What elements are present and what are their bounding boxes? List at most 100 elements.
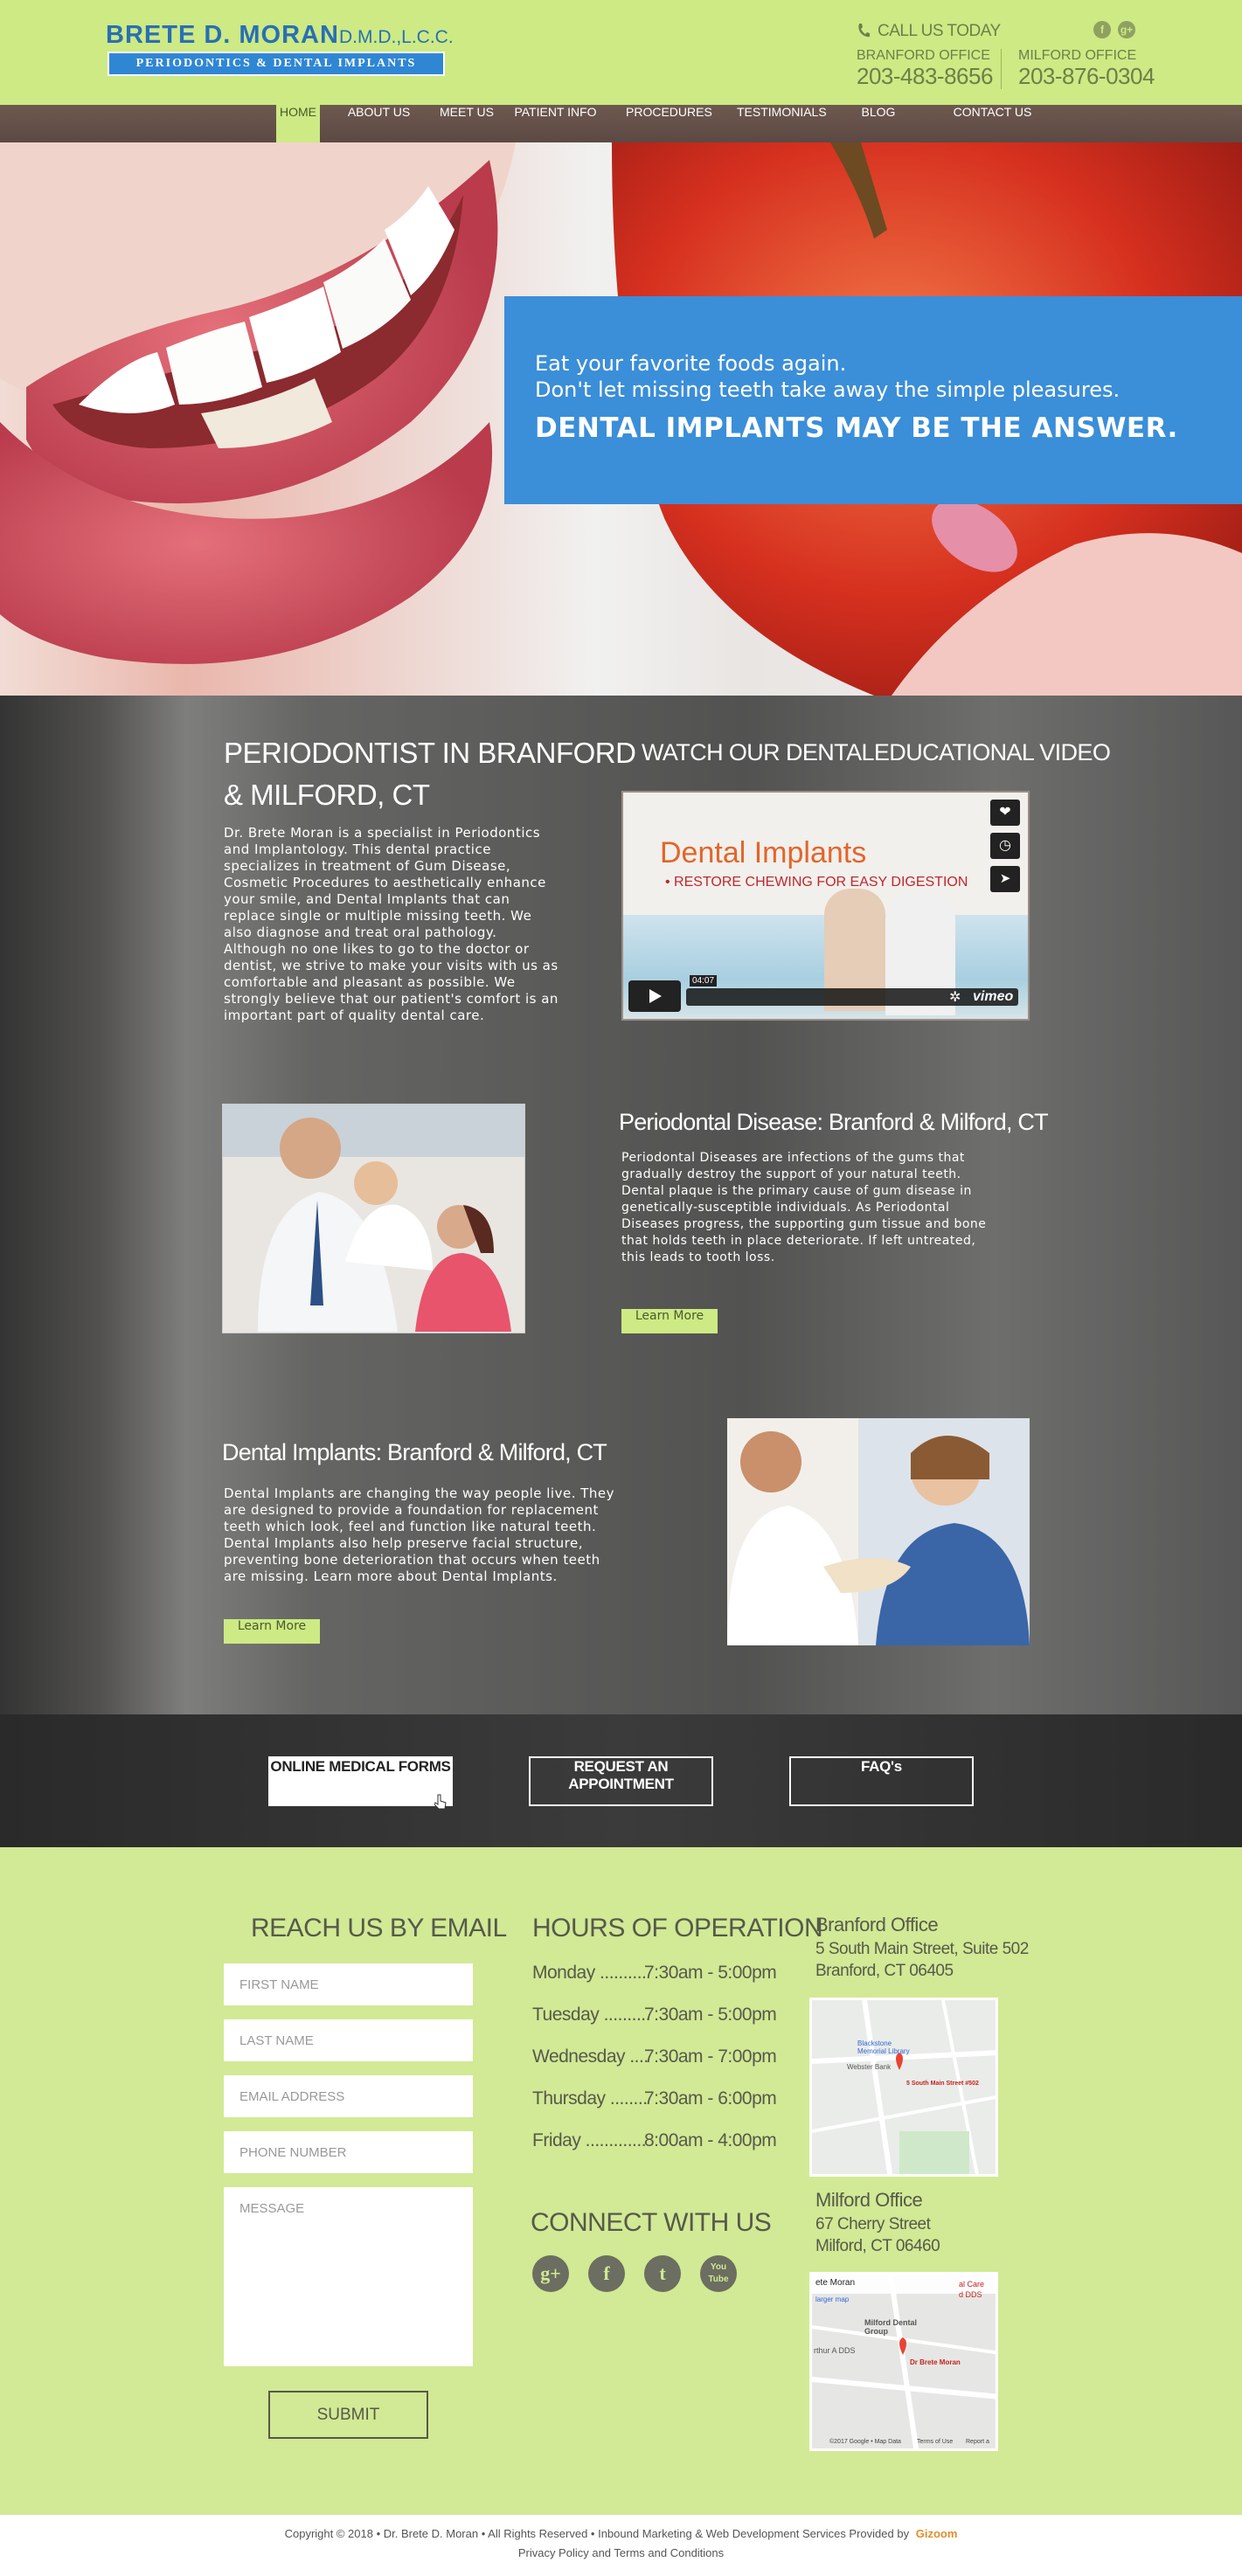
- request-appointment-button[interactable]: REQUEST AN APPOINTMENT: [529, 1756, 713, 1806]
- first-name-field[interactable]: [224, 1963, 473, 2005]
- map-label: rthur A DDS: [814, 2346, 856, 2355]
- copyright-line: Copyright © 2018 • Dr. Brete D. Moran • …: [0, 2527, 1242, 2540]
- map-label: Blackstone Memorial Library: [857, 2039, 910, 2055]
- hours-day: Wednesday ....: [532, 2046, 649, 2067]
- hours-day: Monday ..........: [532, 1963, 647, 1983]
- map-report-link[interactable]: Report a: [966, 2439, 989, 2445]
- footer-section: [0, 1847, 1242, 2515]
- video-title: Dental Implants: [660, 836, 867, 869]
- branford-office-label: BRANFORD OFFICE: [857, 48, 990, 63]
- share-icon[interactable]: ➤: [990, 866, 1020, 892]
- hero-line-1: Eat your favorite foods again.: [535, 351, 847, 376]
- vimeo-logo[interactable]: vimeo: [973, 989, 1013, 1005]
- hours-time: 7:30am - 6:00pm: [644, 2088, 777, 2109]
- nav-blog[interactable]: BLOG: [852, 105, 905, 142]
- facebook-icon[interactable]: f: [1093, 21, 1111, 38]
- twitter-icon[interactable]: t: [644, 2255, 681, 2292]
- privacy-terms-link[interactable]: Privacy Policy and Terms and Conditions: [0, 2546, 1242, 2559]
- hours-row: Tuesday .......... 7:30am - 5:00pm: [532, 2005, 777, 2025]
- hours-heading: HOURS OF OPERATION: [532, 1914, 823, 1942]
- video-subtitle: • RESTORE CHEWING FOR EASY DIGESTION: [665, 875, 968, 890]
- email-field[interactable]: [224, 2075, 473, 2117]
- phone-icon: [857, 23, 871, 38]
- map-label: Milford Dental Group: [864, 2318, 917, 2336]
- nav-contact-us[interactable]: CONTACT US: [951, 105, 1034, 142]
- map-pin-label: Dr Brete Moran: [910, 2358, 961, 2366]
- milford-office-label: MILFORD OFFICE: [1018, 48, 1137, 63]
- branford-office-phone[interactable]: 203-483-8656: [857, 63, 993, 90]
- branford-map[interactable]: Blackstone Memorial Library Webster Bank…: [809, 1998, 998, 2177]
- message-field[interactable]: [224, 2187, 473, 2366]
- implants-learn-more-button[interactable]: Learn More: [224, 1619, 320, 1644]
- milford-office-phone[interactable]: 203-876-0304: [1018, 63, 1155, 90]
- nav-home[interactable]: HOME: [276, 105, 320, 142]
- map-label: Webster Bank: [847, 2063, 892, 2071]
- branford-office-city: Branford, CT 06405: [815, 1962, 954, 1980]
- faqs-button[interactable]: FAQ's: [789, 1756, 974, 1806]
- play-button[interactable]: [628, 980, 681, 1012]
- video-heading: WATCH OUR DENTALEDUCATIONAL VIDEO: [642, 739, 1111, 765]
- map-label: d DDS: [959, 2290, 982, 2299]
- logo-credentials: D.M.D.,L.C.C.: [339, 27, 454, 47]
- milford-office-city: Milford, CT 06460: [815, 2237, 940, 2255]
- logo-tagline: PERIODONTICS & DENTAL IMPLANTS: [108, 52, 445, 76]
- map-attribution: ©2017 Google • Map Data: [829, 2439, 901, 2445]
- perio-learn-more-button[interactable]: Learn More: [621, 1309, 718, 1333]
- youtube-icon[interactable]: You Tube: [700, 2255, 737, 2292]
- nav-meet-us[interactable]: MEET US: [436, 105, 497, 142]
- implants-title: Dental Implants: Branford & Milford, CT: [222, 1439, 607, 1465]
- copyright-text: Copyright © 2018 • Dr. Brete D. Moran • …: [284, 2527, 910, 2540]
- video-controls-bar[interactable]: [686, 988, 1018, 1006]
- perio-paragraph: Periodontal Diseases are infections of t…: [621, 1151, 987, 1264]
- milford-map[interactable]: ete Moran larger map Milford Dental Grou…: [809, 2272, 998, 2451]
- intro-title-line-1: PERIODONTIST IN BRANFORD: [224, 737, 636, 769]
- branford-office-street: 5 South Main Street, Suite 502: [815, 1940, 1029, 1958]
- hours-row: Thursday ........ 7:30am - 6:00pm: [532, 2088, 777, 2109]
- last-name-field[interactable]: [224, 2019, 473, 2061]
- facebook-icon[interactable]: f: [588, 2255, 625, 2292]
- submit-button[interactable]: SUBMIT: [268, 2391, 428, 2439]
- nav-patient-info[interactable]: PATIENT INFO: [514, 105, 597, 142]
- google-plus-icon[interactable]: g+: [532, 2255, 569, 2292]
- copyright-bar: [0, 2515, 1242, 2576]
- nav-about-us[interactable]: ABOUT US: [346, 105, 412, 142]
- hero-line-2: Don't let missing teeth take away the si…: [535, 377, 1121, 402]
- connect-heading: CONNECT WITH US: [531, 2208, 772, 2237]
- nav-testimonials[interactable]: TESTIMONIALS: [737, 105, 827, 142]
- hours-day: Tuesday ..........: [532, 2005, 650, 2025]
- map-larger-link[interactable]: larger map: [815, 2296, 849, 2303]
- hours-time: 8:00am - 4:00pm: [644, 2130, 777, 2150]
- office-divider: [1001, 49, 1002, 89]
- video-player[interactable]: Dental Implants • RESTORE CHEWING FOR EA…: [621, 791, 1030, 1021]
- watch-later-icon[interactable]: ◷: [990, 833, 1020, 859]
- hours-time: 7:30am - 5:00pm: [644, 2005, 777, 2025]
- map-pin-label: 5 South Main Street #502: [906, 2081, 979, 2087]
- google-plus-icon[interactable]: g+: [1118, 21, 1135, 38]
- dentist-patient-photo: [222, 1104, 525, 1333]
- implants-paragraph: Dental Implants are changing the way peo…: [224, 1485, 614, 1584]
- hours-row: Monday .......... 7:30am - 5:00pm: [532, 1963, 777, 1984]
- hero-headline: DENTAL IMPLANTS MAY BE THE ANSWER.: [535, 412, 1178, 444]
- hours-row: Friday ............. 8:00am - 4:00pm: [532, 2130, 777, 2151]
- cursor-pointer-icon: [434, 1793, 447, 1810]
- call-us-label: CALL US TODAY: [878, 22, 1001, 40]
- online-medical-forms-button[interactable]: ONLINE MEDICAL FORMS: [268, 1756, 453, 1806]
- settings-icon[interactable]: ✲: [949, 988, 961, 1006]
- like-icon[interactable]: ❤: [990, 800, 1020, 826]
- map-label: ete Moran: [815, 2278, 856, 2288]
- perio-title: Periodontal Disease: Branford & Milford,…: [619, 1109, 1049, 1135]
- logo-name[interactable]: BRETE D. MORAN: [106, 21, 339, 50]
- map-label: al Care: [959, 2280, 985, 2289]
- milford-office-name: Milford Office: [815, 2189, 923, 2211]
- hours-row: Wednesday .... 7:30am - 7:00pm: [532, 2046, 777, 2067]
- gizoom-logo[interactable]: Gizoom: [916, 2527, 958, 2540]
- nav-procedures[interactable]: PROCEDURES: [626, 105, 712, 142]
- hours-time: 7:30am - 7:00pm: [644, 2046, 777, 2067]
- intro-paragraph: Dr. Brete Moran is a specialist in Perio…: [224, 825, 559, 1023]
- phone-field[interactable]: [224, 2131, 473, 2173]
- hours-day: Thursday ........: [532, 2088, 648, 2109]
- implant-model-photo: [727, 1418, 1030, 1645]
- milford-office-street: 67 Cherry Street: [815, 2215, 931, 2233]
- map-terms-link[interactable]: Terms of Use: [917, 2439, 953, 2445]
- branford-office-name: Branford Office: [815, 1914, 939, 1935]
